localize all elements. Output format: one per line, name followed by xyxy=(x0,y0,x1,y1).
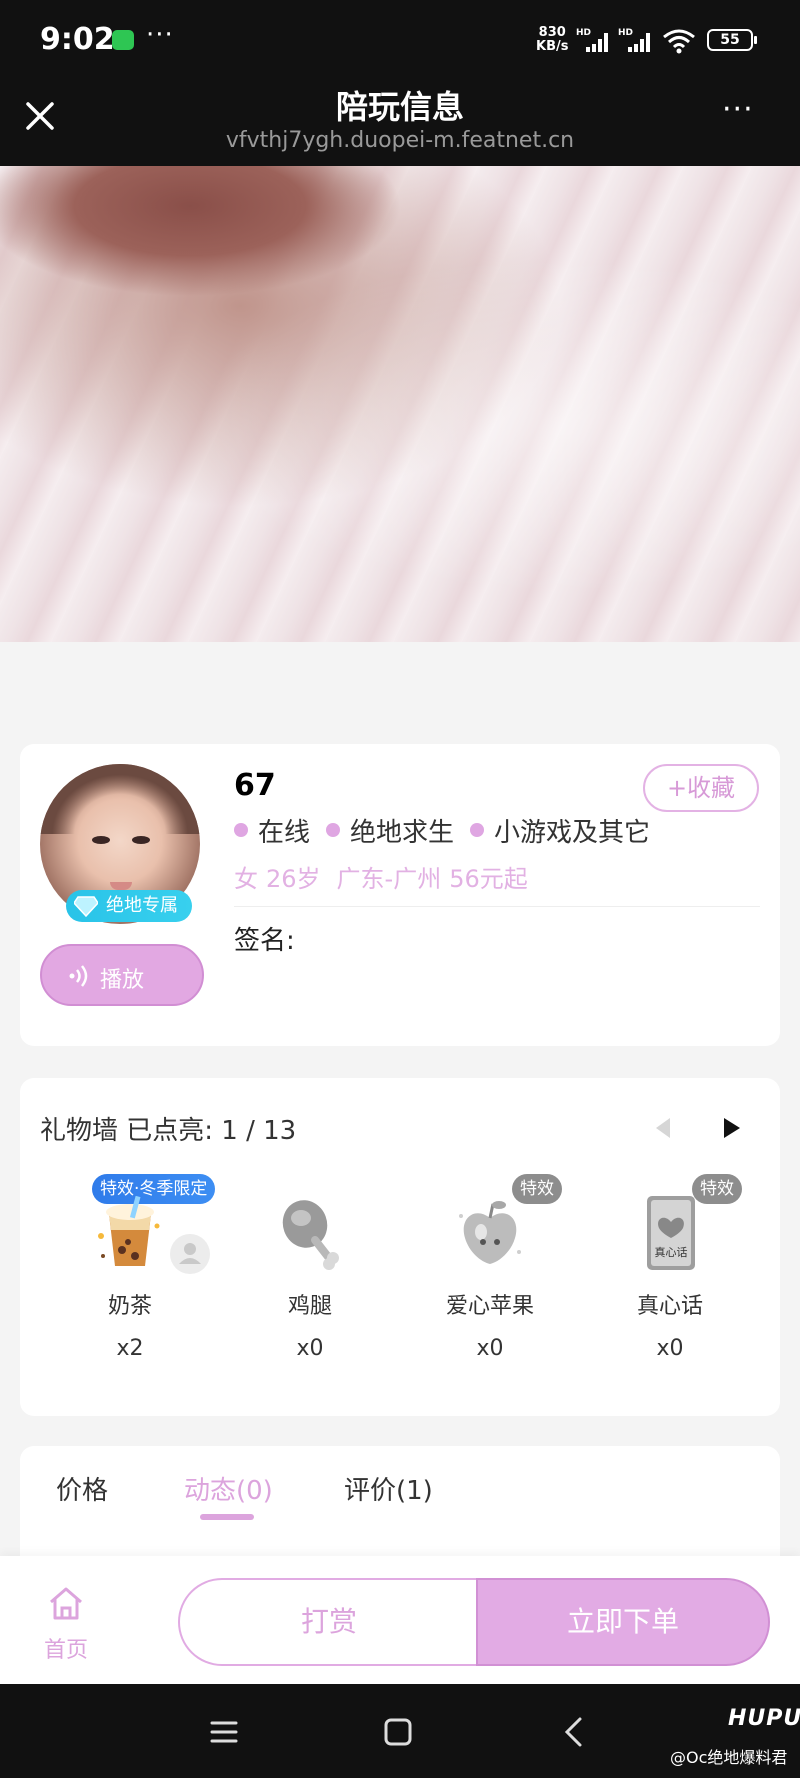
status-more-icon: ··· xyxy=(146,20,174,50)
chat-notification-icon xyxy=(112,30,134,50)
active-tab-indicator xyxy=(200,1514,254,1520)
hd-label: HD xyxy=(576,28,591,38)
avatar-mouth xyxy=(110,882,132,890)
hd-label: HD xyxy=(618,28,633,38)
gift-wall-card: 礼物墙 已点亮: 1 / 13 特效·冬季限定 奶茶 x2 鸡腿 x0 特效 爱… xyxy=(20,1078,780,1416)
gift-item-milk-tea[interactable]: 特效·冬季限定 奶茶 x2 xyxy=(40,1174,220,1404)
gift-count: x0 xyxy=(656,1336,684,1361)
gift-name: 爱心苹果 xyxy=(445,1294,534,1319)
tab-reviews[interactable]: 评价(1) xyxy=(344,1470,433,1507)
next-arrow-icon[interactable] xyxy=(720,1114,744,1142)
home-system-icon[interactable] xyxy=(380,1714,416,1750)
network-speed-unit: KB/s xyxy=(536,39,569,54)
gift-item-drumstick[interactable]: 鸡腿 x0 xyxy=(220,1174,400,1404)
price: 56元起 xyxy=(449,865,528,893)
avatar-hair xyxy=(40,764,200,834)
network-speed-value: 830 xyxy=(538,25,566,40)
signature-label: 签名: xyxy=(234,926,295,956)
drumstick-icon xyxy=(282,1200,339,1270)
avatar-eye xyxy=(92,836,110,844)
page-url: vfvthj7ygh.duopei-m.featnet.cn xyxy=(225,128,575,153)
gift-count: x2 xyxy=(116,1336,144,1361)
page-title: 陪玩信息 xyxy=(335,88,464,126)
cover-photo[interactable] xyxy=(0,166,800,642)
screen: { "status_bar": { "time": "9:02", "more"… xyxy=(0,0,800,1778)
tag-dot xyxy=(234,823,248,837)
gift-item-heart-apple[interactable]: 特效 爱心苹果 x0 xyxy=(400,1174,580,1404)
battery-icon: 55 xyxy=(707,29,757,51)
status-time: 9:02 xyxy=(40,22,115,57)
tag-category: 小游戏及其它 xyxy=(470,812,650,849)
gift-count: x0 xyxy=(296,1336,324,1361)
profile-name: 67 xyxy=(234,768,276,803)
gender: 女 xyxy=(234,865,258,893)
home-label: 首页 xyxy=(43,1638,88,1663)
menu-icon[interactable] xyxy=(206,1714,242,1750)
gift-name: 真心话 xyxy=(636,1294,703,1319)
order-now-button[interactable]: 立即下单 xyxy=(476,1578,770,1666)
avatar-badge-label: 绝地专属 xyxy=(106,895,178,916)
wifi-icon xyxy=(663,29,695,54)
sound-wave-icon xyxy=(69,965,88,987)
milk-tea-icon xyxy=(98,1196,160,1266)
gift-item-truth-card[interactable]: 特效 真心话 真心话 x0 xyxy=(580,1174,760,1404)
gift-count: x0 xyxy=(476,1336,504,1361)
system-nav-bar: HUPU @Oc绝地爆料君 xyxy=(0,1684,800,1778)
avatar-eye xyxy=(132,836,150,844)
watermark-user: @Oc绝地爆料君 xyxy=(670,1748,788,1767)
back-icon[interactable] xyxy=(556,1714,592,1750)
network-speed: 830 KB/s xyxy=(536,26,568,54)
tag-label: 绝地求生 xyxy=(350,817,455,848)
status-bar: 9:02 ··· 830 KB/s HD HD 55 xyxy=(0,0,800,80)
divider xyxy=(234,906,760,907)
heart-apple-icon xyxy=(459,1201,521,1264)
diamond-icon xyxy=(74,896,98,917)
action-bar: 首页 打赏 立即下单 xyxy=(0,1556,800,1684)
gift-sender-avatar xyxy=(170,1234,210,1274)
tab-price[interactable]: 价格 xyxy=(56,1470,108,1507)
collect-button[interactable]: +收藏 xyxy=(643,764,759,812)
avatar-badge: 绝地专属 xyxy=(66,890,192,922)
tag-dot xyxy=(470,823,485,837)
prev-arrow-icon[interactable] xyxy=(650,1114,674,1142)
nav-bar: 陪玩信息 vfvthj7ygh.duopei-m.featnet.cn ··· xyxy=(0,80,800,166)
tag-game: 绝地求生 xyxy=(326,812,454,849)
tag-online: 在线 xyxy=(234,812,310,849)
tag-row: 在线 绝地求生 小游戏及其它 xyxy=(234,812,666,848)
user-icon xyxy=(179,1243,201,1264)
age: 26岁 xyxy=(266,865,321,893)
home-tab[interactable]: 首页 xyxy=(36,1584,96,1664)
gift-wall-title: 礼物墙 已点亮: 1 / 13 xyxy=(40,1116,297,1146)
tab-posts[interactable]: 动态(0) xyxy=(184,1470,273,1507)
home-icon xyxy=(50,1587,82,1620)
truth-card-text: 真心话 xyxy=(655,1245,688,1259)
info-row: 女 26岁 广东-广州 56元起 xyxy=(234,859,544,894)
tag-dot xyxy=(326,823,341,837)
profile-card: 绝地专属 播放 67 +收藏 在线 绝地求生 小游戏及其它 女 26岁 广东-广… xyxy=(20,744,780,1046)
location: 广东-广州 xyxy=(336,865,442,893)
gift-name: 奶茶 xyxy=(107,1294,152,1319)
play-voice-button[interactable]: 播放 xyxy=(40,944,204,1006)
gift-name: 鸡腿 xyxy=(287,1294,332,1319)
reward-button[interactable]: 打赏 xyxy=(178,1578,478,1666)
more-menu-icon[interactable]: ··· xyxy=(722,92,754,127)
tag-label: 小游戏及其它 xyxy=(494,817,651,848)
signal-icon: HD xyxy=(576,28,608,52)
watermark-logo: HUPU xyxy=(728,1706,800,1731)
signal-icon-2: HD xyxy=(618,28,650,52)
play-label: 播放 xyxy=(100,968,145,993)
tag-label: 在线 xyxy=(258,817,311,848)
truth-card-icon: 真心话 xyxy=(647,1196,695,1270)
